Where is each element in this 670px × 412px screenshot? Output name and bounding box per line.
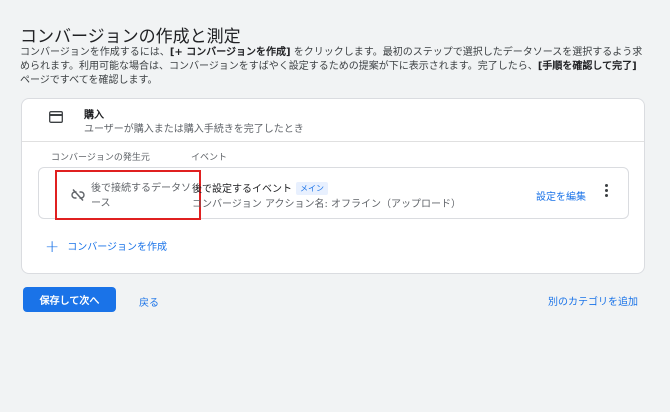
edit-settings-link[interactable]: 設定を編集: [536, 188, 586, 203]
data-source-cell[interactable]: 後で接続するデータソース: [55, 170, 201, 220]
event-detail: コンバージョン アクション名: オフライン（アップロード）: [192, 199, 462, 210]
event-title-text: 後で設定するイベント: [192, 184, 292, 195]
more-options-icon[interactable]: [602, 184, 610, 202]
category-title: 購入: [84, 110, 104, 121]
page-title: コンバージョンの作成と測定: [20, 27, 241, 47]
plus-icon: +: [45, 237, 60, 257]
description-part-3: ページですべてを確認します。: [20, 75, 158, 86]
link-off-icon: [71, 189, 85, 201]
create-conversion-label: コンバージョンを作成: [67, 242, 168, 253]
page: コンバージョンの作成と測定 コンバージョンを作成するには、[+ コンバージョンを…: [0, 0, 670, 412]
column-header-event: イベント: [191, 153, 228, 163]
back-link[interactable]: 戻る: [139, 294, 159, 309]
description-bold-create: [+ コンバージョンを作成]: [169, 47, 291, 58]
category-header: 購入 ユーザーが購入または購入手続きを完了したとき: [22, 99, 644, 142]
save-and-next-button[interactable]: 保存して次へ: [23, 287, 116, 312]
data-source-label: 後で接続するデータソース: [91, 183, 191, 209]
conversion-action-row[interactable]: 後で接続するデータソース 後で設定するイベント メイン コンバージョン アクション…: [38, 167, 629, 220]
column-header-source: コンバージョンの発生元: [51, 153, 150, 163]
primary-badge: メイン: [296, 182, 328, 195]
conversion-card: 購入 ユーザーが購入または購入手続きを完了したとき コンバージョンの発生元 イベ…: [21, 98, 645, 274]
add-another-category-link[interactable]: 別のカテゴリを追加: [548, 293, 638, 308]
event-title: 後で設定するイベント メイン: [192, 180, 328, 195]
description-part-1: コンバージョンを作成するには、: [20, 47, 170, 58]
create-conversion-button[interactable]: + コンバージョンを作成: [45, 237, 167, 257]
page-description: コンバージョンを作成するには、[+ コンバージョンを作成] をクリックします。最…: [20, 46, 645, 88]
credit-card-icon: [49, 111, 63, 123]
category-subtitle: ユーザーが購入または購入手続きを完了したとき: [84, 124, 304, 135]
description-bold-review: [手順を確認して完了]: [537, 61, 637, 72]
